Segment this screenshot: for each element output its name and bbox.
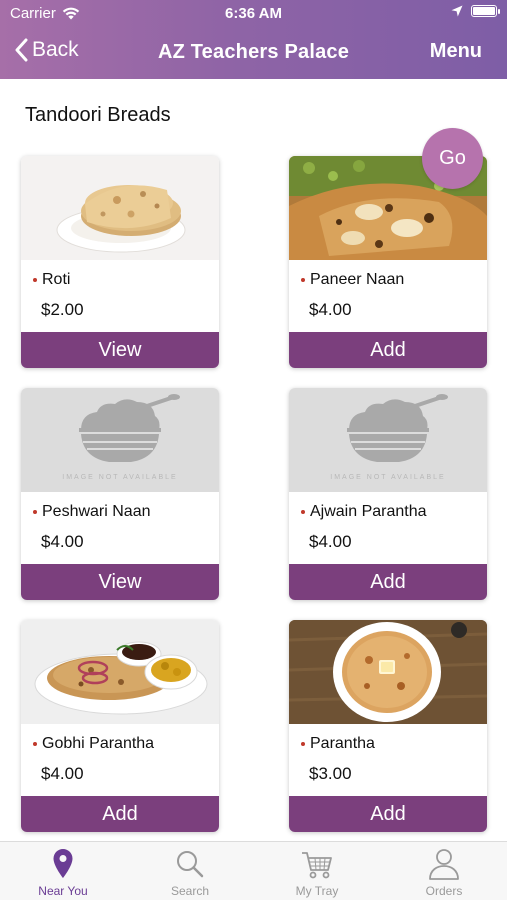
product-card-ajwain-parantha[interactable]: IMAGE NOT AVAILABLE Ajwain Parantha $4.0… (289, 388, 487, 600)
product-name-text: Gobhi Parantha (42, 735, 155, 752)
bullet-icon (33, 742, 37, 746)
placeholder-text: IMAGE NOT AVAILABLE (330, 474, 445, 481)
product-name: Peshwari Naan (33, 503, 151, 521)
bullet-icon (301, 510, 305, 514)
status-time: 6:36 AM (225, 5, 282, 22)
tab-label: Near You (38, 884, 88, 898)
tab-label: Search (170, 884, 210, 898)
bullet-icon (301, 278, 305, 282)
product-card-parantha[interactable]: Parantha $3.00 Add (289, 620, 487, 832)
product-price: $4.00 (41, 764, 84, 783)
product-price: $4.00 (41, 532, 84, 551)
placeholder-text: IMAGE NOT AVAILABLE (62, 474, 177, 481)
product-card-gobhi-parantha[interactable]: Gobhi Parantha $4.00 Add (21, 620, 219, 832)
tab-label: My Tray (295, 884, 339, 898)
tab-orders[interactable]: Orders (381, 842, 507, 900)
add-button[interactable]: Add (21, 796, 219, 832)
view-button[interactable]: View (21, 564, 219, 600)
status-right (451, 5, 500, 17)
product-name-text: Paneer Naan (310, 271, 405, 288)
add-button[interactable]: Add (289, 796, 487, 832)
image-placeholder: IMAGE NOT AVAILABLE (21, 388, 219, 492)
battery-icon (471, 5, 500, 17)
tab-my-tray[interactable]: My Tray (254, 842, 380, 900)
view-button[interactable]: View (21, 332, 219, 368)
cart-icon (302, 852, 332, 879)
menu-button[interactable]: Menu (430, 40, 482, 63)
nav-bar: Back AZ Teachers Palace Menu (0, 28, 507, 79)
location-pin-icon (53, 849, 73, 878)
tab-near-you[interactable]: Near You (0, 842, 126, 900)
search-icon (177, 851, 204, 878)
product-price: $4.00 (309, 300, 352, 319)
bullet-icon (301, 742, 305, 746)
product-price: $3.00 (309, 764, 352, 783)
image-placeholder: IMAGE NOT AVAILABLE (289, 388, 487, 492)
status-bar: Carrier 6:36 AM (0, 0, 507, 28)
product-price: $2.00 (41, 300, 84, 319)
product-name: Paneer Naan (301, 271, 404, 289)
product-image-gobhi-parantha (21, 620, 219, 724)
add-button[interactable]: Add (289, 332, 487, 368)
product-name: Gobhi Parantha (33, 735, 154, 753)
product-name: Roti (33, 271, 70, 289)
product-price: $4.00 (309, 532, 352, 551)
product-image-parantha (289, 620, 487, 724)
bullet-icon (33, 278, 37, 282)
tab-search[interactable]: Search (127, 842, 253, 900)
product-name-text: Roti (42, 271, 71, 288)
section-title: Tandoori Breads (25, 104, 171, 126)
location-arrow-icon (451, 5, 463, 17)
product-card-roti[interactable]: Roti $2.00 View (21, 156, 219, 368)
user-icon (429, 849, 459, 880)
go-button[interactable]: Go (422, 128, 483, 189)
product-image-roti (21, 156, 219, 260)
bullet-icon (33, 510, 37, 514)
product-name: Parantha (301, 735, 375, 753)
product-card-peshwari-naan[interactable]: IMAGE NOT AVAILABLE Peshwari Naan $4.00 … (21, 388, 219, 600)
tab-bar: Near You Search My Tray Orders (0, 841, 507, 900)
app-screen: Carrier 6:36 AM Back AZ Teachers Palace … (0, 0, 507, 900)
add-button[interactable]: Add (289, 564, 487, 600)
header: Carrier 6:36 AM Back AZ Teachers Palace … (0, 0, 507, 79)
product-name-text: Peshwari Naan (42, 503, 151, 520)
product-name: Ajwain Parantha (301, 503, 427, 521)
product-name-text: Parantha (310, 735, 375, 752)
product-name-text: Ajwain Parantha (310, 503, 427, 520)
tab-label: Orders (425, 884, 463, 898)
